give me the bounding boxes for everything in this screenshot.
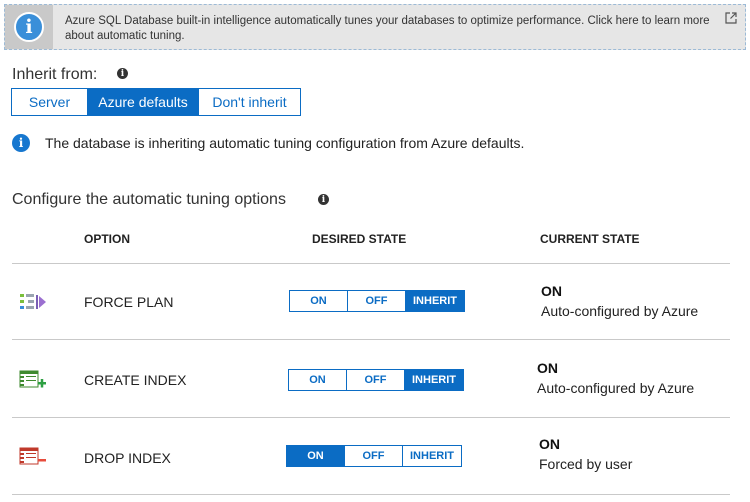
banner-text[interactable]: Azure SQL Database built-in intelligence… (65, 14, 725, 44)
info-banner[interactable]: i Azure SQL Database built-in intelligen… (4, 4, 746, 50)
desired-state-toggle: ON OFF INHERIT (289, 290, 465, 312)
inherit-option-azure-defaults[interactable]: Azure defaults (88, 89, 199, 115)
configure-title: Configure the automatic tuning options (12, 191, 286, 208)
current-state-description: Auto-configured by Azure (541, 303, 699, 319)
option-name: CREATE INDEX (84, 372, 187, 388)
divider (12, 494, 730, 495)
inherit-option-server[interactable]: Server (12, 89, 88, 115)
inherit-notice-text: The database is inheriting automatic tun… (45, 135, 525, 151)
inherit-selector: Server Azure defaults Don't inherit (11, 88, 301, 116)
column-header-desired-state: DESIRED STATE (312, 232, 407, 246)
current-state-description: Forced by user (539, 456, 633, 472)
drop-index-icon (19, 447, 46, 465)
divider (12, 263, 730, 264)
column-header-current-state: CURRENT STATE (540, 232, 640, 246)
inherit-from-label: Inherit from: (12, 66, 98, 83)
toggle-on[interactable]: ON (287, 446, 345, 466)
inherit-option-dont-inherit[interactable]: Don't inherit (199, 89, 300, 115)
inherit-info-icon[interactable]: i (117, 68, 128, 79)
option-name: FORCE PLAN (84, 294, 174, 310)
current-state-value: ON (537, 360, 558, 376)
info-icon: i (12, 134, 30, 152)
external-link-icon[interactable] (725, 12, 737, 24)
toggle-inherit[interactable]: INHERIT (406, 291, 464, 311)
desired-state-toggle: ON OFF INHERIT (288, 369, 464, 391)
toggle-off[interactable]: OFF (348, 291, 406, 311)
configure-info-icon[interactable]: i (318, 194, 329, 205)
info-icon: i (5, 5, 53, 49)
toggle-inherit[interactable]: INHERIT (403, 446, 461, 466)
divider (12, 417, 730, 418)
divider (12, 339, 730, 340)
toggle-off[interactable]: OFF (345, 446, 403, 466)
toggle-off[interactable]: OFF (347, 370, 405, 390)
column-header-option: OPTION (84, 232, 131, 246)
toggle-inherit[interactable]: INHERIT (405, 370, 463, 390)
current-state-value: ON (541, 283, 562, 299)
desired-state-toggle: ON OFF INHERIT (286, 445, 462, 467)
create-index-icon (19, 370, 46, 388)
toggle-on[interactable]: ON (289, 370, 347, 390)
current-state-value: ON (539, 436, 560, 452)
toggle-on[interactable]: ON (290, 291, 348, 311)
option-name: DROP INDEX (84, 450, 171, 466)
force-plan-icon (20, 294, 46, 309)
current-state-description: Auto-configured by Azure (537, 380, 695, 396)
